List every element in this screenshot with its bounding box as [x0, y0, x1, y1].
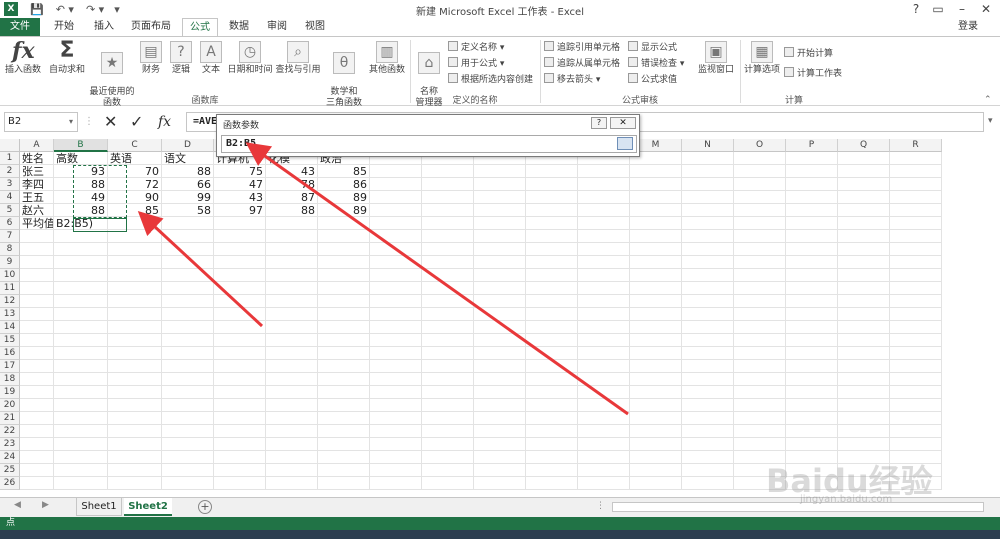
taskbar	[0, 530, 1000, 539]
baidu-watermark-url: jingyan.baidu.com	[800, 494, 893, 505]
hscroll-split-icon[interactable]: ⋮	[596, 501, 605, 511]
arrow-to-dialog-input	[245, 142, 629, 416]
horizontal-scrollbar[interactable]	[612, 502, 984, 512]
arrow-to-range	[137, 210, 264, 328]
add-sheet-icon[interactable]: +	[198, 500, 212, 514]
prev-sheet-icon[interactable]: ◀	[14, 500, 21, 510]
status-mode: 点	[6, 518, 16, 528]
sheet-tab-sheet2[interactable]: Sheet2	[124, 498, 172, 516]
status-bar: 点	[0, 517, 1000, 530]
next-sheet-icon[interactable]: ▶	[42, 500, 49, 510]
sheet-tab-sheet1[interactable]: Sheet1	[76, 498, 122, 516]
